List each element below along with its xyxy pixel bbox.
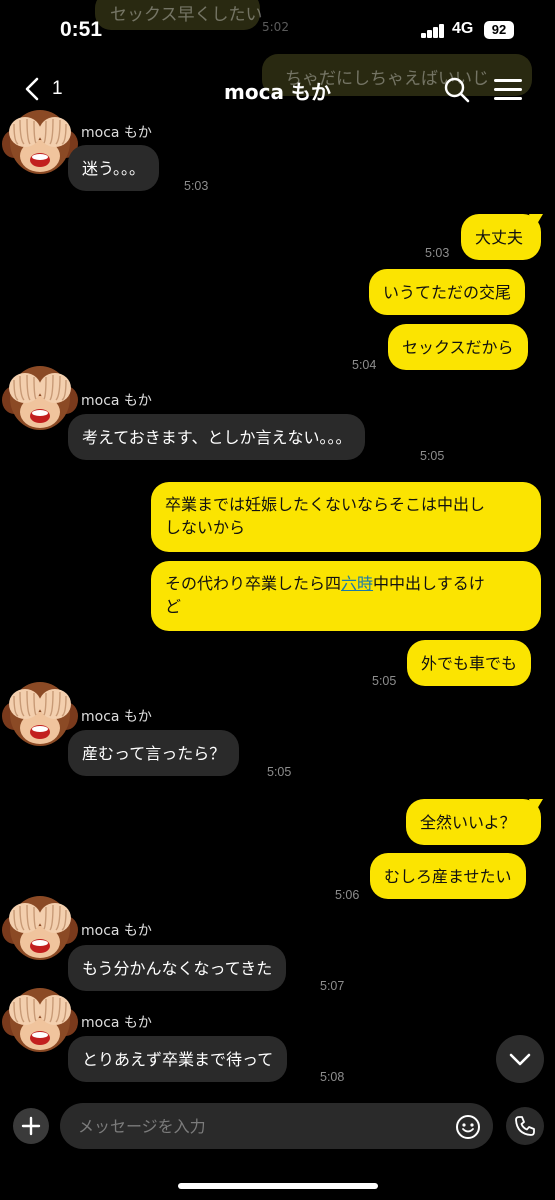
message-time: 5:06	[335, 888, 360, 902]
see-no-evil-monkey-avatar[interactable]	[0, 886, 80, 966]
incoming-message[interactable]: 考えておきます、としか言えない。。。	[68, 414, 366, 460]
message-input[interactable]	[60, 1103, 493, 1149]
outgoing-message[interactable]: 卒業までは妊娠したくないならそこは中出し しないから	[151, 482, 541, 552]
chat-title: moca もか	[224, 80, 331, 104]
status-time: 0:51	[60, 18, 103, 41]
message-line: 卒業までは妊娠したくないならそこは中出し	[165, 495, 486, 514]
sender-name: moca もか	[81, 125, 152, 141]
message-link[interactable]: 六時	[341, 574, 373, 593]
message-time: 5:05	[372, 674, 397, 688]
scroll-to-bottom-button[interactable]	[496, 1035, 544, 1083]
chat-header: 1 moca もか	[0, 60, 555, 120]
message-time: 5:07	[320, 979, 345, 993]
chevron-down-icon	[509, 1053, 531, 1066]
incoming-message[interactable]: もう分かんなくなってきた	[68, 945, 287, 991]
attach-button[interactable]	[13, 1108, 49, 1144]
incoming-message[interactable]: 迷う。。。	[68, 145, 160, 191]
message-time: 5:08	[320, 1070, 345, 1084]
menu-button[interactable]	[494, 78, 524, 102]
sender-name: moca もか	[81, 393, 152, 409]
emoji-icon	[456, 1115, 480, 1139]
incoming-message[interactable]: とりあえず卒業まで待って	[68, 1036, 288, 1082]
see-no-evil-monkey-avatar[interactable]	[0, 978, 80, 1058]
home-indicator	[178, 1183, 378, 1189]
message-line: しないから	[165, 518, 246, 537]
message-time: 5:05	[267, 765, 292, 779]
incoming-message[interactable]: 産むって言ったら？	[68, 730, 240, 776]
message-time: 5:04	[352, 358, 377, 372]
emoji-button[interactable]	[455, 1114, 481, 1140]
outgoing-message[interactable]: セックスだから	[388, 324, 528, 370]
message-time: 5:03	[425, 246, 450, 260]
sender-name: moca もか	[81, 923, 152, 939]
outgoing-message[interactable]: 外でも車でも	[407, 640, 532, 686]
see-no-evil-monkey-avatar[interactable]	[0, 356, 80, 436]
signal-icon	[421, 24, 447, 38]
message-line: その代わり卒業したら四六時中中出しするけ	[165, 574, 485, 593]
call-button[interactable]	[506, 1107, 544, 1145]
outgoing-message[interactable]: 全然いいよ？	[406, 799, 541, 845]
message-composer	[0, 1095, 555, 1155]
network-type: 4G	[452, 20, 474, 37]
see-no-evil-monkey-avatar[interactable]	[0, 672, 80, 752]
search-icon	[444, 77, 470, 103]
status-bar: 0:51 4G 92	[0, 0, 555, 60]
outgoing-message[interactable]: その代わり卒業したら四六時中中出しするけ ど	[151, 561, 541, 631]
battery-icon: 92	[484, 21, 514, 39]
message-line: ど	[165, 597, 182, 616]
outgoing-message[interactable]: むしろ産ませたい	[370, 853, 526, 899]
sender-name: moca もか	[81, 1015, 152, 1031]
search-button[interactable]	[443, 76, 471, 104]
message-time: 5:05	[420, 449, 445, 463]
sender-name: moca もか	[81, 709, 152, 725]
outgoing-message[interactable]: 大丈夫	[461, 214, 541, 260]
plus-icon	[21, 1116, 41, 1136]
message-time: 5:03	[184, 179, 209, 193]
outgoing-message[interactable]: いうてただの交尾	[369, 269, 526, 315]
menu-icon	[494, 79, 522, 82]
phone-icon	[515, 1116, 535, 1136]
